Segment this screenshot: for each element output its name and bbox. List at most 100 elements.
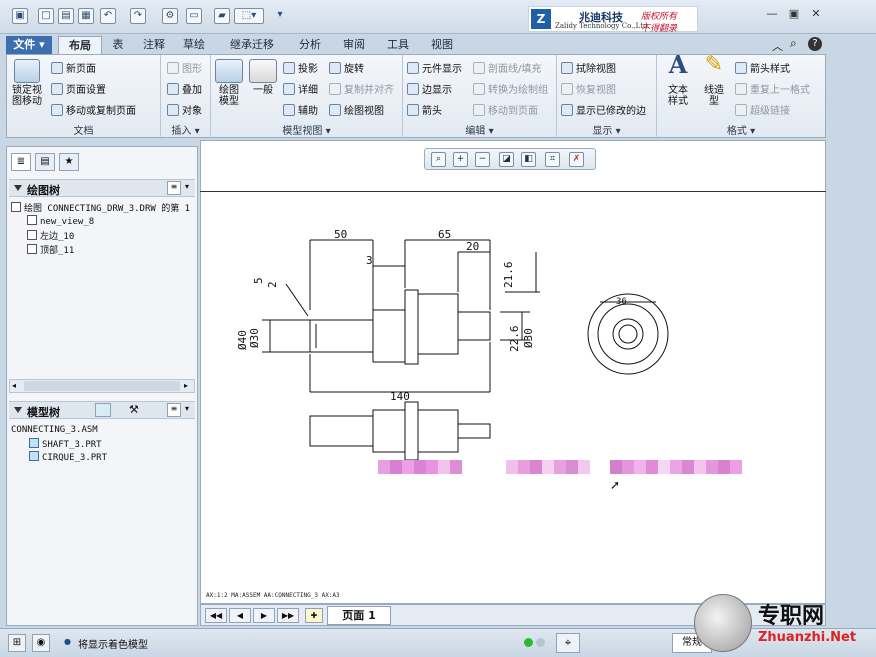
minimize-ribbon-icon[interactable]: ︿: [772, 38, 783, 54]
detail-view-button[interactable]: 详细: [283, 81, 318, 96]
tree-node-left[interactable]: 左边_10: [27, 229, 74, 242]
browser-toggle-icon[interactable]: ◉: [32, 634, 50, 652]
page-tab[interactable]: 页面 1: [327, 606, 391, 625]
tab-review[interactable]: 审阅: [336, 36, 372, 54]
text-style-button[interactable]: A 文本样式: [661, 53, 695, 108]
datum-display-icon[interactable]: ⌗: [545, 152, 560, 167]
engineering-drawing[interactable]: 50 65 3 20 5 2 21.6 Ø40 Ø30 22.6 Ø30 140…: [200, 192, 826, 592]
tab-file[interactable]: 文件 ▾: [6, 36, 52, 54]
object-button[interactable]: 对象: [167, 102, 202, 117]
tree-node-top[interactable]: 顶部_11: [27, 243, 74, 256]
auxiliary-view-button[interactable]: 辅助: [283, 102, 318, 117]
scroll-right-icon[interactable]: ▸: [184, 381, 188, 390]
chevron-down-icon[interactable]: ▾: [185, 182, 189, 191]
first-page-icon[interactable]: ◀◀: [205, 608, 227, 623]
new-page-button[interactable]: 新页面: [51, 60, 96, 75]
app-icon[interactable]: ▣: [12, 8, 28, 24]
display-style-icon[interactable]: ◧: [521, 152, 536, 167]
find-icon[interactable]: ⌖: [556, 633, 580, 653]
save-icon[interactable]: ▦: [78, 8, 94, 24]
drawing-tree-header[interactable]: 绘图树 ≡ ▾: [9, 179, 195, 197]
show-modified-edges-button[interactable]: 显示已修改的边: [561, 102, 646, 117]
group-insert-label[interactable]: 插入 ▾: [161, 122, 210, 137]
model-tree-part[interactable]: SHAFT_3.PRT: [29, 438, 102, 450]
next-page-icon[interactable]: ▶: [253, 608, 275, 623]
chevron-down-icon[interactable]: ▾: [185, 404, 189, 413]
regenerate-icon[interactable]: ⚙: [162, 8, 178, 24]
tab-view[interactable]: 视图: [424, 36, 460, 54]
model-tree-tab-icon[interactable]: ≣: [11, 153, 31, 171]
scroll-left-icon[interactable]: ◂: [12, 381, 16, 390]
arrow-style-button[interactable]: 箭头样式: [735, 60, 790, 75]
zoom-out-icon[interactable]: −: [475, 152, 490, 167]
erase-view-button[interactable]: 拭除视图: [561, 60, 616, 75]
arrow-button[interactable]: 箭头: [407, 102, 442, 117]
tab-tools[interactable]: 工具: [380, 36, 416, 54]
drawing-tree-root[interactable]: 绘图 CONNECTING_DRW_3.DRW 的第 1: [11, 201, 190, 214]
repeat-format-button[interactable]: 重复上一格式: [735, 81, 810, 96]
help-icon[interactable]: ?: [808, 37, 822, 51]
annotation-display-icon[interactable]: ✗: [569, 152, 584, 167]
folder-icon[interactable]: ▰: [214, 8, 230, 24]
maximize-icon[interactable]: ▣: [786, 8, 802, 22]
tools-icon[interactable]: ⚒: [129, 403, 139, 416]
last-page-icon[interactable]: ▶▶: [277, 608, 299, 623]
redo-icon[interactable]: ↷: [130, 8, 146, 24]
restore-view-button[interactable]: 恢复视图: [561, 81, 616, 96]
add-page-icon[interactable]: ✚: [305, 608, 323, 623]
repaint-icon[interactable]: ◪: [499, 152, 514, 167]
move-copy-page-button[interactable]: 移动或复制页面: [51, 102, 136, 117]
new-file-icon[interactable]: □: [38, 8, 54, 24]
collapse-icon[interactable]: [14, 407, 22, 413]
edge-display-button[interactable]: 边显示: [407, 81, 452, 96]
scroll-thumb[interactable]: [24, 381, 180, 391]
group-format-label[interactable]: 格式 ▾: [657, 122, 825, 137]
model-tree-header[interactable]: 模型树 ⚒ ≡ ▾: [9, 401, 195, 419]
rotate-view-button[interactable]: 旋转: [329, 60, 364, 75]
section-fill-button[interactable]: 剖面线/填充: [473, 60, 541, 75]
general-view-button[interactable]: 一般: [247, 59, 279, 96]
tab-table[interactable]: 表: [104, 36, 132, 54]
group-edit-label[interactable]: 编辑 ▾: [403, 122, 556, 137]
refit-icon[interactable]: ⌕: [431, 152, 446, 167]
navigator-toggle-icon[interactable]: ⊞: [8, 634, 26, 652]
tree-node-view[interactable]: new_view_8: [27, 215, 94, 227]
prev-page-icon[interactable]: ◀: [229, 608, 251, 623]
drawing-view-button[interactable]: 绘图视图: [329, 102, 384, 117]
copy-align-button[interactable]: 复制并对齐: [329, 81, 394, 96]
tree-settings-icon[interactable]: ≡: [167, 403, 181, 417]
model-tree-part[interactable]: CIRQUE_3.PRT: [29, 451, 107, 463]
drawing-model-button[interactable]: 绘图模型: [213, 59, 245, 107]
tab-analysis[interactable]: 分析: [292, 36, 328, 54]
open-folder-icon[interactable]: ▤: [58, 8, 74, 24]
hyperlink-button[interactable]: 超级链接: [735, 102, 790, 117]
overlay-button[interactable]: 叠加: [167, 81, 202, 96]
move-to-page-button[interactable]: 移动到页面: [473, 102, 538, 117]
windows-icon[interactable]: ▭: [186, 8, 202, 24]
select-dropdown-icon[interactable]: ⬚▾: [234, 8, 264, 24]
favorites-tab-icon[interactable]: ★: [59, 153, 79, 171]
element-display-button[interactable]: 元件显示: [407, 60, 462, 75]
minimize-icon[interactable]: —: [764, 8, 780, 22]
tab-legacy-migration[interactable]: 继承迁移: [216, 36, 288, 54]
group-model-view-label[interactable]: 模型视图 ▾: [211, 122, 402, 137]
close-icon[interactable]: ✕: [808, 8, 824, 22]
tab-sketch[interactable]: 草绘: [176, 36, 212, 54]
folder-browser-tab-icon[interactable]: ▤: [35, 153, 55, 171]
lock-view-button[interactable]: 锁定视图移动: [9, 59, 45, 107]
horizontal-scrollbar[interactable]: ◂ ▸: [9, 379, 195, 393]
zoom-in-icon[interactable]: +: [453, 152, 468, 167]
search-icon[interactable]: ⌕: [790, 36, 797, 51]
model-tree-root[interactable]: CONNECTING_3.ASM: [11, 425, 98, 435]
collapse-icon[interactable]: [14, 185, 22, 191]
tab-annotate[interactable]: 注释: [136, 36, 172, 54]
convert-drawing-group-button[interactable]: 转换为绘制组: [473, 81, 548, 96]
undo-icon[interactable]: ↶: [100, 8, 116, 24]
page-setup-button[interactable]: 页面设置: [51, 81, 106, 96]
customize-qat-icon[interactable]: ▾: [272, 8, 288, 24]
shape-button[interactable]: 图形: [167, 60, 202, 75]
tab-layout[interactable]: 布局: [58, 36, 102, 54]
projection-button[interactable]: 投影: [283, 60, 318, 75]
model-display-icon[interactable]: [95, 403, 111, 417]
line-style-button[interactable]: ✎ 线造型: [697, 54, 731, 108]
